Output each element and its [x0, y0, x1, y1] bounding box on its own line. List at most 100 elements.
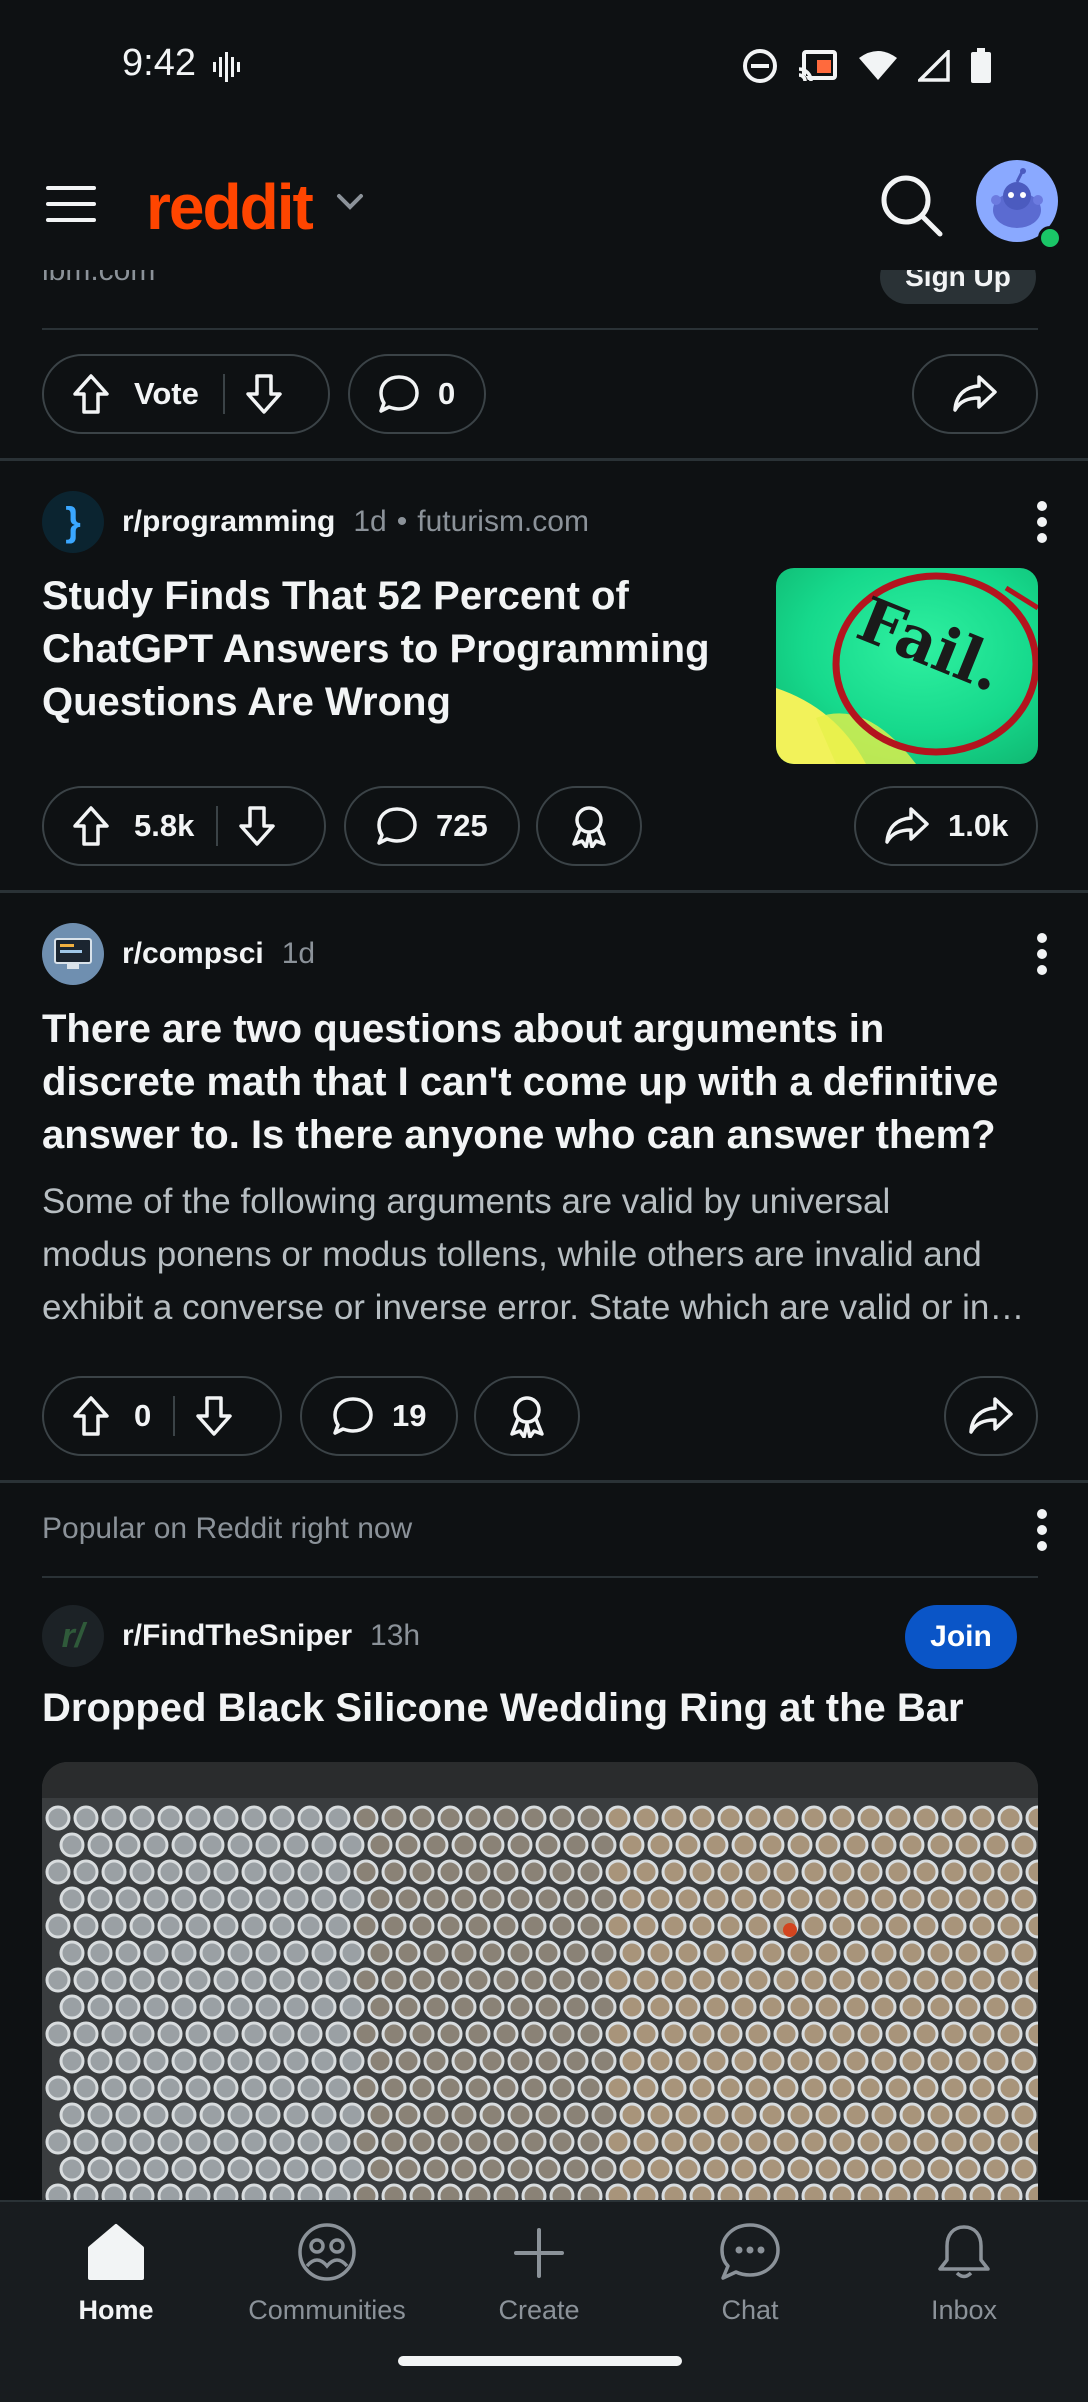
upvote-icon[interactable] [72, 1395, 110, 1437]
reddit-logo[interactable]: reddit [146, 170, 314, 244]
nav-create[interactable]: Create [449, 2222, 629, 2326]
sign-up-button[interactable]: Sign Up [880, 270, 1036, 304]
post-image[interactable] [42, 1762, 1038, 2200]
more-options-icon[interactable] [1036, 500, 1048, 544]
menu-icon[interactable] [46, 184, 98, 224]
share-button[interactable] [944, 1376, 1038, 1456]
post-body-preview[interactable]: Some of the following arguments are vali… [42, 1175, 1042, 1334]
nav-home[interactable]: Home [26, 2222, 206, 2326]
share-count: 1.0k [948, 808, 1009, 843]
post-header: } r/programming 1d • futurism.com [42, 490, 589, 554]
vote-separator [222, 374, 225, 414]
post-age: 13h [370, 1619, 421, 1652]
home-indicator[interactable] [398, 2356, 682, 2366]
bell-icon [938, 2225, 990, 2279]
subreddit-name[interactable]: r/programming [122, 505, 335, 539]
vote-separator [173, 1396, 176, 1436]
comment-count: 19 [392, 1398, 427, 1433]
section-heading: Popular on Reddit right now [42, 1512, 413, 1545]
share-icon [885, 807, 929, 844]
share-button[interactable]: 1.0k [854, 786, 1038, 866]
nav-inbox[interactable]: Inbox [874, 2222, 1054, 2326]
downvote-icon[interactable] [195, 1395, 233, 1437]
share-button[interactable] [912, 354, 1038, 434]
subreddit-icon[interactable]: } [42, 491, 104, 553]
more-options-icon[interactable] [1036, 1508, 1048, 1552]
comment-icon [377, 807, 417, 845]
vote-bar: Vote [42, 354, 330, 434]
vibrate-icon [213, 52, 240, 82]
subreddit-name[interactable]: r/FindTheSniper [122, 1619, 352, 1653]
more-options-icon[interactable] [1036, 932, 1048, 976]
post-title[interactable]: There are two questions about arguments … [42, 1003, 998, 1162]
ad-post-partial: ibm.com Sign Up [0, 270, 1088, 330]
online-status-dot [1038, 226, 1062, 250]
post-title-line: Study Finds That 52 Percent of [42, 574, 629, 618]
top-app-bar: reddit [0, 140, 1088, 270]
comments-button[interactable]: 725 [344, 786, 520, 866]
wifi-icon [859, 51, 897, 80]
battery-icon [971, 48, 991, 83]
status-time: 9:42 [122, 42, 196, 84]
comment-count: 725 [436, 808, 488, 843]
nav-label: Create [498, 2295, 580, 2325]
post-title-line: answer to. Is there anyone who can answe… [42, 1113, 996, 1157]
post-source-domain[interactable]: futurism.com [417, 505, 589, 539]
post-age: 1d [353, 505, 387, 538]
cast-icon [798, 50, 837, 83]
downvote-icon[interactable] [238, 805, 276, 847]
post-title-line: There are two questions about arguments … [42, 1007, 885, 1051]
meta-dot: • [396, 505, 408, 538]
award-icon [510, 1396, 544, 1438]
vote-bar: 0 [42, 1376, 282, 1456]
do-not-disturb-icon [743, 49, 777, 83]
comment-icon [379, 375, 419, 413]
vote-count: 0 [134, 1398, 152, 1433]
nav-chat[interactable]: Chat [660, 2222, 840, 2326]
post-age: 1d [281, 937, 316, 970]
home-icon [88, 2224, 144, 2280]
post-separator [0, 890, 1088, 893]
brace-icon: } [65, 499, 81, 544]
sub-icon-text: r/ [61, 1616, 85, 1655]
upvote-icon[interactable] [72, 805, 110, 847]
award-button[interactable] [474, 1376, 580, 1456]
vote-separator [216, 806, 219, 846]
status-bar: 9:42 [0, 0, 1088, 130]
comments-button[interactable]: 0 [348, 354, 486, 434]
subreddit-icon[interactable]: r/ [42, 1605, 104, 1667]
share-icon [969, 1397, 1013, 1434]
post-title[interactable]: Study Finds That 52 Percent of ChatGPT A… [42, 570, 710, 729]
upvote-icon[interactable] [72, 373, 110, 415]
chat-icon [720, 2223, 780, 2280]
signal-icon [918, 50, 950, 82]
divider [42, 1576, 1038, 1578]
join-button[interactable]: Join [905, 1605, 1017, 1669]
post-body-line: Some of the following arguments are vali… [42, 1182, 891, 1221]
nav-communities[interactable]: Communities [237, 2222, 417, 2326]
post-title[interactable]: Dropped Black Silicone Wedding Ring at t… [42, 1682, 1042, 1735]
vote-count: 5.8k [134, 808, 195, 843]
communities-icon [298, 2223, 356, 2281]
post-thumbnail[interactable]: Fail. [776, 568, 1038, 764]
computer-icon [54, 938, 92, 969]
comments-button[interactable]: 19 [300, 1376, 458, 1456]
search-icon[interactable] [878, 172, 944, 238]
vote-label: Vote [134, 376, 199, 411]
post-body-line: exhibit a converse or inverse error. Sta… [42, 1288, 1025, 1327]
downvote-icon[interactable] [245, 373, 283, 415]
award-button[interactable] [536, 786, 642, 866]
post-separator [0, 458, 1088, 461]
post-title-line: Questions Are Wrong [42, 680, 451, 724]
nav-label: Inbox [930, 2295, 998, 2325]
post-title-line: discrete math that I can't come up with … [42, 1060, 999, 1104]
award-icon [572, 806, 606, 848]
nav-label: Home [78, 2295, 154, 2325]
chevron-down-icon[interactable] [336, 192, 364, 212]
subreddit-icon[interactable] [42, 923, 104, 985]
subreddit-name[interactable]: r/compsci [122, 937, 264, 971]
share-icon [953, 375, 997, 412]
plus-icon [514, 2228, 564, 2278]
post-header: r/compsci 1d [42, 922, 315, 986]
post-separator [0, 1480, 1088, 1483]
